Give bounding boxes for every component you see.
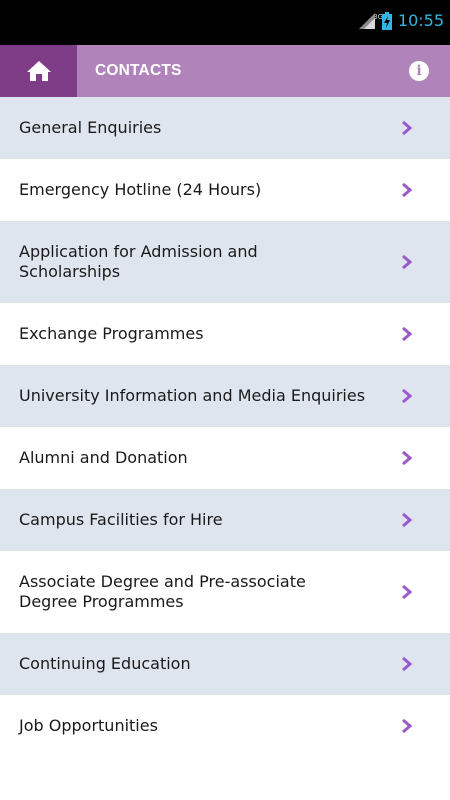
list-item-label: Continuing Education [19, 654, 191, 673]
list-item-label: Job Opportunities [19, 716, 158, 735]
app-bar: CONTACTS i [0, 45, 450, 97]
home-icon [26, 61, 51, 81]
list-item-label: General Enquiries [19, 118, 162, 137]
list-item[interactable]: Exchange Programmes [0, 303, 450, 365]
list-item-label: Campus Facilities for Hire [19, 510, 223, 529]
list-item-label: Alumni and Donation [19, 448, 188, 467]
list-item-label: Emergency Hotline (24 Hours) [19, 180, 262, 199]
list-item-label: University Information and Media Enquiri… [19, 386, 366, 405]
chevron-right-icon [400, 326, 414, 342]
info-icon: i [416, 63, 422, 79]
list-item-label: Application for Admission and Scholarshi… [19, 242, 258, 281]
list-item-label: Exchange Programmes [19, 324, 204, 343]
signal-icon [358, 12, 375, 29]
list-item[interactable]: Associate Degree and Pre-associate Degre… [0, 551, 450, 633]
chevron-right-icon [400, 182, 414, 198]
contacts-list: General Enquiries Emergency Hotline (24 … [0, 97, 450, 757]
chevron-right-icon [400, 388, 414, 404]
chevron-right-icon [400, 512, 414, 528]
list-item-label: Associate Degree and Pre-associate Degre… [19, 572, 306, 611]
chevron-right-icon [400, 450, 414, 466]
chevron-right-icon [400, 656, 414, 672]
clock: 10:55 [397, 11, 444, 30]
list-item[interactable]: Campus Facilities for Hire [0, 489, 450, 551]
list-item[interactable]: Continuing Education [0, 633, 450, 695]
list-item[interactable]: Application for Admission and Scholarshi… [0, 221, 450, 303]
chevron-right-icon [400, 120, 414, 136]
battery-icon [381, 11, 392, 30]
list-item[interactable]: Emergency Hotline (24 Hours) [0, 159, 450, 221]
status-bar: 3G 10:55 [0, 0, 450, 45]
list-item[interactable]: Alumni and Donation [0, 427, 450, 489]
page-title: CONTACTS [95, 62, 182, 79]
status-icons: 10:55 [358, 0, 444, 45]
chevron-right-icon [400, 718, 414, 734]
info-button[interactable]: i [409, 61, 429, 81]
list-item[interactable]: General Enquiries [0, 97, 450, 159]
list-item[interactable]: University Information and Media Enquiri… [0, 365, 450, 427]
home-button[interactable] [0, 45, 77, 97]
list-item[interactable]: Job Opportunities [0, 695, 450, 757]
chevron-right-icon [400, 254, 414, 270]
chevron-right-icon [400, 584, 414, 600]
